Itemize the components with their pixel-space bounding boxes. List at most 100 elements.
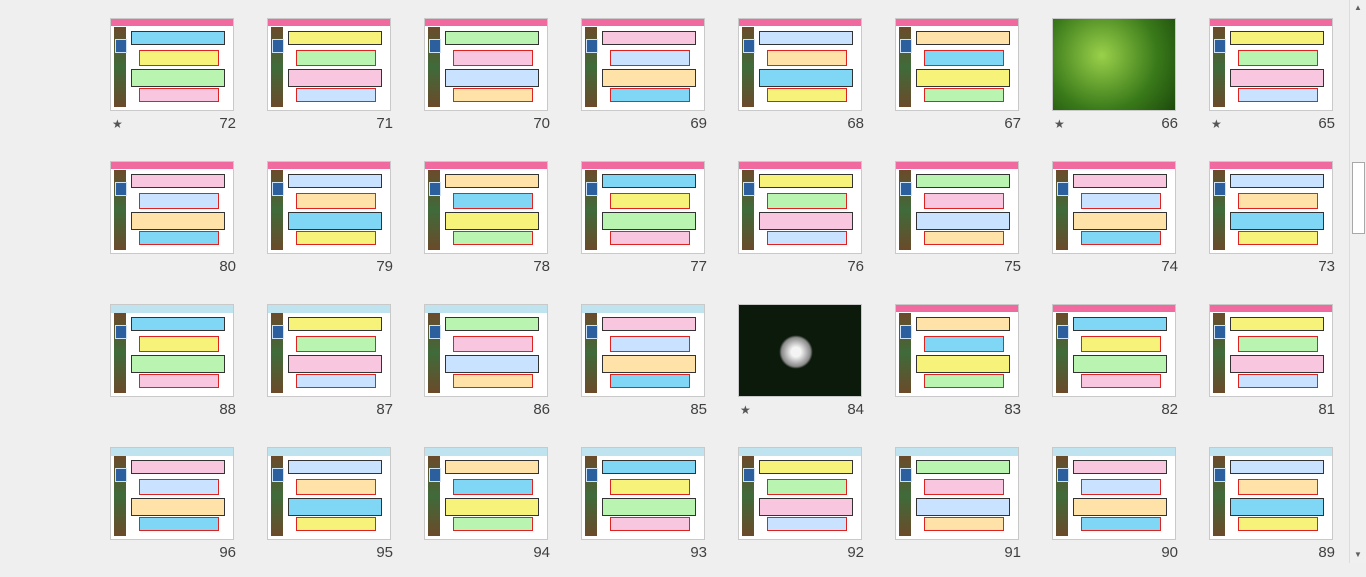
slide-preview[interactable] [1052,18,1176,111]
slide-content-block [610,517,690,531]
slide-preview[interactable] [738,304,862,397]
slide-thumbnail-77[interactable]: 77 [581,161,707,291]
slide-content-block [296,336,376,352]
slide-thumbnail-81[interactable]: 81 [1209,304,1335,434]
slide-thumbnail-73[interactable]: 73 [1209,161,1335,291]
slide-thumbnail-70[interactable]: 70 [424,18,550,148]
slide-preview[interactable] [738,161,862,254]
slide-content-block [453,193,533,209]
slide-preview[interactable] [1052,304,1176,397]
slide-content-block [131,460,225,474]
slide-side-ornament [114,313,127,393]
slide-content-block [296,374,376,388]
slide-preview[interactable] [1209,304,1333,397]
slide-content-block [288,69,382,87]
slide-thumbnail-80[interactable]: 80 [110,161,236,291]
slide-thumbnail-91[interactable]: 91 [895,447,1021,577]
slide-preview[interactable] [738,447,862,540]
slide-content-block [139,231,219,245]
scrollbar-thumb[interactable] [1352,162,1365,234]
slide-side-ornament [899,170,912,250]
slide-content-block [453,88,533,102]
slide-content-block [1073,460,1167,474]
slide-side-ornament [742,456,755,536]
slide-thumbnail-66[interactable]: ★ 66 [1052,18,1178,148]
slide-preview[interactable] [581,18,705,111]
vertical-scrollbar[interactable]: ▲ ▼ [1349,0,1366,563]
scroll-up-icon[interactable]: ▲ [1351,1,1365,15]
slide-thumbnail-75[interactable]: 75 [895,161,1021,291]
slide-thumbnail-90[interactable]: 90 [1052,447,1178,577]
slide-preview[interactable] [267,161,391,254]
slide-preview[interactable] [267,304,391,397]
slide-preview[interactable] [895,447,1019,540]
slide-content-block [1230,460,1324,474]
slide-content-block [288,460,382,474]
scroll-down-icon[interactable]: ▼ [1351,548,1365,562]
slide-content-block [1238,88,1318,102]
slide-thumbnail-92[interactable]: 92 [738,447,864,577]
slide-thumbnail-86[interactable]: 86 [424,304,550,434]
slide-content-block [924,517,1004,531]
slide-thumbnail-69[interactable]: 69 [581,18,707,148]
slide-preview[interactable] [1209,447,1333,540]
slide-thumbnail-84[interactable]: ★ 84 [738,304,864,434]
slide-number: 81 [1318,401,1335,418]
slide-preview[interactable] [267,447,391,540]
slide-preview[interactable] [581,161,705,254]
slide-number: 91 [1004,544,1021,561]
slide-thumbnail-94[interactable]: 94 [424,447,550,577]
slide-preview[interactable] [1209,161,1333,254]
slide-thumbnail-88[interactable]: 88 [110,304,236,434]
slide-thumbnail-72[interactable]: ★ 72 [110,18,236,148]
slide-content-block [1230,212,1324,230]
slide-side-ornament [1213,27,1226,107]
slide-preview[interactable] [424,304,548,397]
slide-thumbnail-78[interactable]: 78 [424,161,550,291]
slide-thumbnail-79[interactable]: 79 [267,161,393,291]
slide-preview[interactable] [267,18,391,111]
slide-preview[interactable] [110,18,234,111]
slide-content-block [602,317,696,331]
slide-preview[interactable] [110,161,234,254]
slide-thumbnail-74[interactable]: 74 [1052,161,1178,291]
slide-preview[interactable] [1209,18,1333,111]
slide-thumbnail-68[interactable]: 68 [738,18,864,148]
slide-number: 65 [1318,115,1335,132]
slide-preview[interactable] [895,304,1019,397]
slide-thumbnail-71[interactable]: 71 [267,18,393,148]
slide-content-block [1230,31,1324,45]
slide-content-block [139,193,219,209]
slide-preview[interactable] [424,447,548,540]
slide-thumbnail-96[interactable]: 96 [110,447,236,577]
slide-thumbnail-67[interactable]: 67 [895,18,1021,148]
slide-preview[interactable] [110,304,234,397]
slide-content-block [924,479,1004,495]
slide-preview[interactable] [581,447,705,540]
slide-thumbnail-95[interactable]: 95 [267,447,393,577]
slide-preview[interactable] [1052,161,1176,254]
slide-thumbnail-93[interactable]: 93 [581,447,707,577]
slide-content-block [767,517,847,531]
slide-thumbnail-89[interactable]: 89 [1209,447,1335,577]
slide-content-block [1073,317,1167,331]
slide-content-block [1081,479,1161,495]
slide-thumbnail-85[interactable]: 85 [581,304,707,434]
slide-side-ornament [1056,313,1069,393]
slide-thumbnail-82[interactable]: 82 [1052,304,1178,434]
slide-preview[interactable] [1052,447,1176,540]
slide-thumbnail-83[interactable]: 83 [895,304,1021,434]
slide-thumbnail-65[interactable]: ★ 65 [1209,18,1335,148]
slide-number: 76 [847,258,864,275]
slide-thumbnail-87[interactable]: 87 [267,304,393,434]
slide-thumbnail-76[interactable]: 76 [738,161,864,291]
slide-preview[interactable] [424,18,548,111]
slide-preview[interactable] [895,161,1019,254]
slide-preview[interactable] [424,161,548,254]
slide-preview[interactable] [581,304,705,397]
slide-preview[interactable] [738,18,862,111]
slide-preview[interactable] [110,447,234,540]
slide-content-block [445,317,539,331]
slide-side-ornament [899,27,912,107]
slide-preview[interactable] [895,18,1019,111]
